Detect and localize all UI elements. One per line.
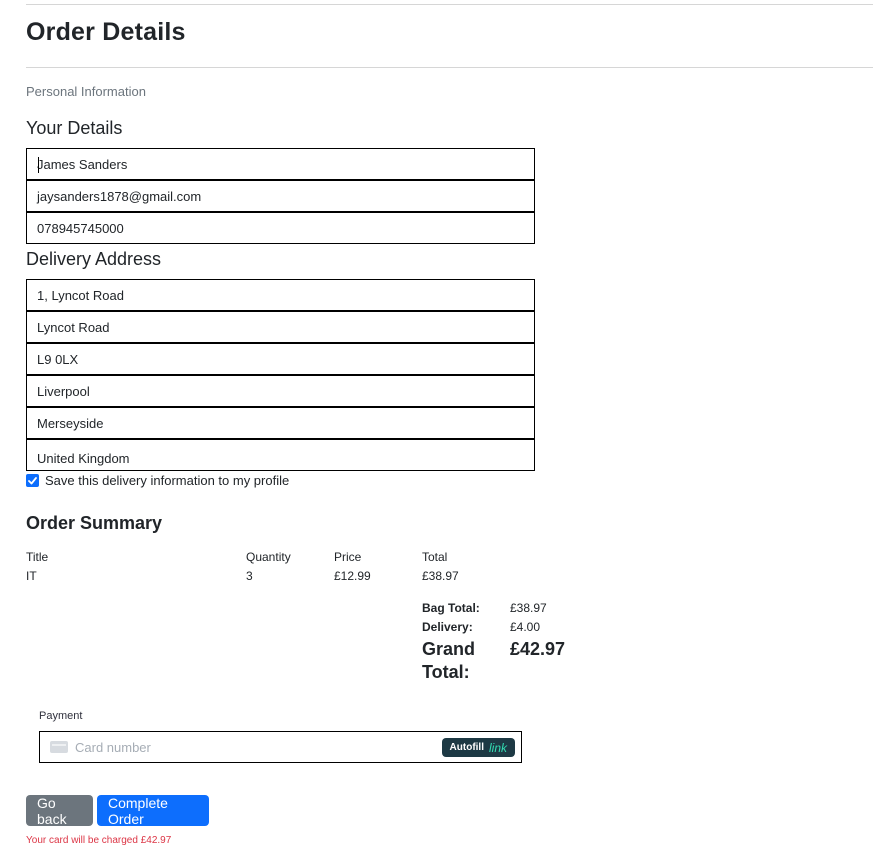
row-quantity: 3 [246, 569, 253, 583]
email-input[interactable]: jaysanders1878@gmail.com [26, 180, 535, 212]
top-divider [26, 4, 873, 5]
complete-order-button[interactable]: Complete Order [97, 795, 209, 827]
row-price: £12.99 [334, 569, 371, 583]
check-icon [28, 476, 37, 484]
town-input[interactable]: Liverpool [26, 375, 535, 407]
save-info-label: Save this delivery information to my pro… [45, 473, 290, 488]
phone-value: 078945745000 [37, 220, 124, 236]
email-value: jaysanders1878@gmail.com [37, 188, 202, 204]
phone-input[interactable]: 078945745000 [26, 212, 535, 244]
go-back-button[interactable]: Go back [26, 795, 93, 827]
bag-total-value: £38.97 [510, 601, 547, 615]
column-header-price: Price [334, 550, 362, 564]
row-title: IT [26, 569, 37, 583]
town-value: Liverpool [37, 383, 90, 399]
postcode-value: L9 0LX [37, 351, 79, 367]
text-caret [38, 157, 39, 173]
order-summary-heading: Order Summary [26, 513, 163, 533]
delivery-address-heading: Delivery Address [26, 249, 162, 269]
save-info-row[interactable]: Save this delivery information to my pro… [26, 473, 289, 488]
column-header-title: Title [26, 550, 49, 564]
street-address-1-value: 1, Lyncot Road [37, 287, 124, 303]
grand-total-value: £42.97 [510, 639, 566, 659]
card-number-input[interactable]: Card number Autofill link [39, 731, 522, 763]
charge-notice: Your card will be charged £42.97 [26, 835, 172, 846]
column-header-total: Total [422, 550, 448, 564]
street-address-2-input[interactable]: Lyncot Road [26, 311, 535, 343]
country-value: United Kingdom [37, 451, 130, 466]
grand-total-label: Grand Total: [422, 638, 475, 684]
your-details-heading: Your Details [26, 118, 123, 138]
street-address-2-value: Lyncot Road [37, 319, 110, 335]
grand-total-label-line2: Total: [422, 662, 470, 682]
page-title: Order Details [26, 18, 186, 46]
payment-label: Payment [39, 710, 83, 722]
save-info-checkbox[interactable] [26, 474, 39, 487]
street-address-1-input[interactable]: 1, Lyncot Road [26, 279, 535, 311]
full-name-value: James Sanders [37, 156, 128, 172]
autofill-label: Autofill [449, 742, 484, 753]
link-logo: link [488, 740, 507, 755]
country-select[interactable]: United Kingdom [26, 439, 535, 471]
card-number-placeholder: Card number [75, 739, 151, 755]
section-caption: Personal Information [26, 84, 146, 99]
full-name-input[interactable]: James Sanders [26, 148, 535, 180]
column-header-quantity: Quantity [246, 550, 291, 564]
delivery-label: Delivery: [422, 620, 473, 634]
county-value: Merseyside [37, 415, 104, 431]
credit-card-icon [50, 741, 68, 753]
grand-total-label-line1: Grand [422, 639, 476, 659]
row-total: £38.97 [422, 569, 459, 583]
postcode-input[interactable]: L9 0LX [26, 343, 535, 375]
county-input[interactable]: Merseyside [26, 407, 535, 439]
title-divider [26, 67, 873, 68]
bag-total-label: Bag Total: [422, 601, 480, 615]
delivery-value: £4.00 [510, 620, 541, 634]
autofill-link-button[interactable]: Autofill link [441, 738, 515, 757]
